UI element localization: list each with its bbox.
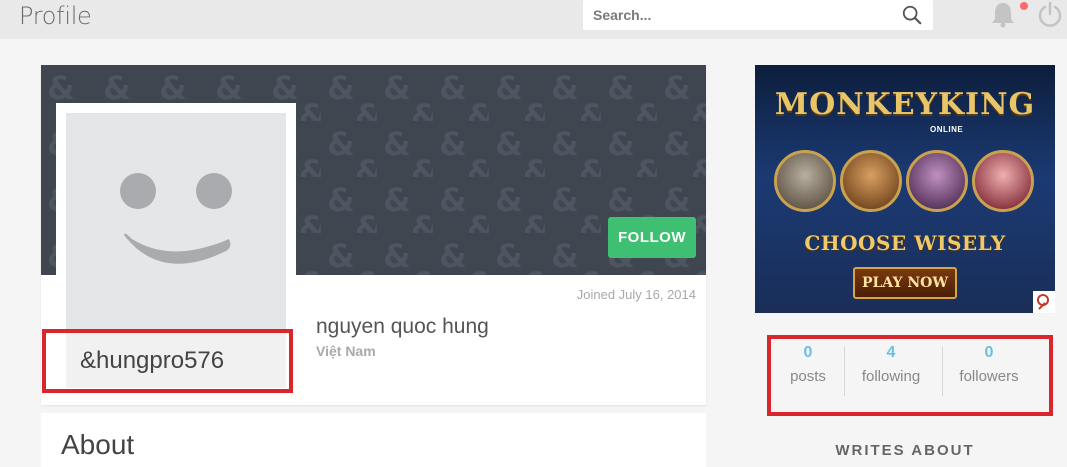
ad-portrait bbox=[906, 150, 968, 212]
stats-highlight bbox=[767, 335, 1053, 416]
ad-logo: MONKEYKING bbox=[774, 87, 1036, 122]
joined-date: Joined July 16, 2014 bbox=[576, 287, 696, 302]
search-box[interactable] bbox=[583, 0, 933, 30]
play-now-button[interactable]: PLAY NOW bbox=[853, 267, 957, 299]
ad-banner[interactable]: MONKEYKING ONLINE CHOOSE WISELY PLAY NOW bbox=[755, 65, 1055, 313]
search-input[interactable] bbox=[583, 0, 883, 30]
ad-portraits bbox=[772, 150, 1042, 215]
power-icon[interactable] bbox=[1036, 0, 1064, 28]
notification-dot bbox=[1020, 2, 1028, 10]
page-title: Profile bbox=[19, 2, 92, 30]
bell-icon[interactable] bbox=[988, 0, 1018, 28]
ad-choices-icon[interactable] bbox=[1033, 291, 1055, 313]
ad-portrait bbox=[774, 150, 836, 212]
ad-portrait bbox=[840, 150, 902, 212]
ad-portrait bbox=[972, 150, 1034, 212]
top-bar: Profile bbox=[0, 0, 1067, 39]
about-card: About bbox=[41, 413, 706, 467]
about-title: About bbox=[61, 429, 135, 460]
search-icon[interactable] bbox=[901, 4, 923, 26]
ad-headline: CHOOSE WISELY bbox=[804, 231, 1006, 255]
full-name: nguyen quoc hung bbox=[316, 315, 489, 338]
ad-logo-sub: ONLINE bbox=[930, 125, 964, 134]
handle-highlight bbox=[42, 329, 293, 393]
smiley-face-icon bbox=[120, 173, 232, 264]
follow-button[interactable]: FOLLOW bbox=[608, 217, 696, 258]
avatar[interactable] bbox=[66, 113, 286, 333]
writes-about-heading: WRITES ABOUT bbox=[835, 442, 975, 459]
location: Việt Nam bbox=[316, 343, 376, 359]
